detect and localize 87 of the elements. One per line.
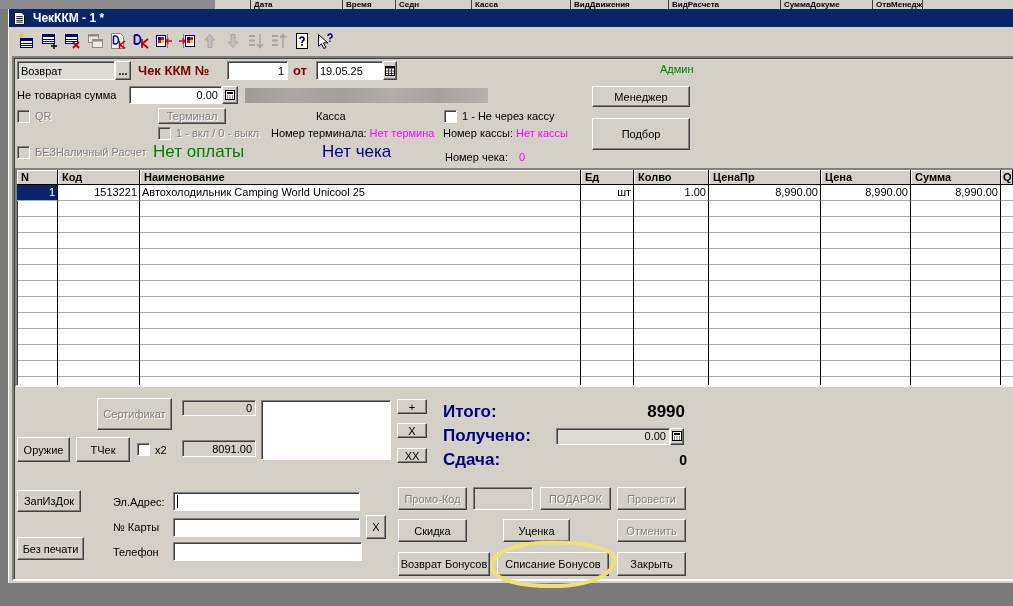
- total-label: Итого:: [443, 402, 498, 422]
- box-arrow-right-icon[interactable]: [178, 33, 195, 49]
- monogram-icon[interactable]: [132, 33, 149, 49]
- receipt-title: Чек ККМ №: [138, 63, 211, 78]
- table-cell: 1: [17, 185, 58, 201]
- checkbox-label: x2: [155, 443, 167, 456]
- field-label: № Карты: [112, 521, 161, 533]
- non-goods-sum-label: Не товарная сумма: [17, 89, 118, 101]
- box-arrow-left-icon[interactable]: [155, 33, 172, 49]
- selection-button[interactable]: Подбор: [592, 118, 690, 150]
- calculator-icon: [672, 431, 682, 441]
- non-goods-sum-field[interactable]: 0.00: [129, 86, 222, 104]
- table-plus-icon[interactable]: [40, 33, 57, 49]
- action-button[interactable]: Уценка: [503, 519, 570, 542]
- help-icon[interactable]: [293, 33, 310, 49]
- column-header[interactable]: ЦенаПр: [709, 170, 821, 185]
- checkbox[interactable]: [444, 109, 457, 123]
- checkbox-label: QR: [35, 110, 52, 122]
- receipt-number-value: 0: [519, 151, 526, 163]
- user-name: Админ: [660, 63, 695, 76]
- received-field[interactable]: 0.00: [556, 427, 670, 445]
- calendar-icon: [385, 65, 395, 76]
- table-cell: 8,990.00: [821, 185, 911, 201]
- action-button[interactable]: Скидка: [398, 519, 467, 542]
- payment-status: Нет оплаты: [153, 142, 245, 162]
- checkbox[interactable]: [137, 443, 150, 456]
- calculator-button[interactable]: [670, 427, 684, 445]
- kassa-number-label: Номер кассы:: [443, 127, 514, 139]
- memo-field[interactable]: [261, 400, 391, 460]
- weapon-button[interactable]: Оружие: [17, 437, 70, 462]
- action-button[interactable]: Без печати: [17, 537, 84, 560]
- choose-button[interactable]: ...: [115, 61, 131, 80]
- field-label: Эл.Адрес:: [112, 495, 166, 508]
- calculator-button[interactable]: [222, 86, 238, 104]
- column-header[interactable]: Наименование: [140, 170, 581, 185]
- receipt-number-label: Номер чека:: [445, 151, 509, 163]
- table-cell: 1513221: [58, 185, 140, 201]
- action-button[interactable]: Возврат Бонусов: [398, 552, 490, 576]
- date-label: от: [293, 63, 308, 78]
- kassa-number-value: Нет кассы: [516, 127, 568, 139]
- total-value: 0: [678, 452, 687, 468]
- input-field[interactable]: [173, 492, 360, 511]
- clear-button[interactable]: X: [366, 515, 386, 539]
- column-header[interactable]: N: [17, 170, 58, 185]
- date-field[interactable]: 19.05.25: [316, 61, 383, 80]
- checkbox-label: 1 - Не через кассу: [462, 110, 555, 122]
- action-button[interactable]: ЗапИзДок: [17, 490, 81, 512]
- receipt-status: Нет чека: [322, 142, 392, 162]
- table-cell: 8,990.00: [911, 185, 1001, 201]
- column-header[interactable]: Сумма: [911, 170, 1001, 185]
- column-header[interactable]: Цена: [821, 170, 911, 185]
- column-header[interactable]: Q: [1001, 170, 1013, 185]
- table-sparkle-icon[interactable]: [17, 33, 34, 49]
- table-cell: 1.00: [634, 185, 709, 201]
- table-cell: 8,990.00: [709, 185, 821, 201]
- column-header[interactable]: Ед: [581, 170, 634, 185]
- table-cell: шт: [581, 185, 634, 201]
- terminal-number-value: Нет термина: [369, 127, 435, 139]
- calculator-icon: [225, 90, 235, 100]
- manager-button[interactable]: Менеджер: [592, 86, 690, 107]
- total-label: Получено:: [443, 426, 532, 446]
- input-field[interactable]: [173, 542, 362, 561]
- checkbox-label: БЕЗНаличный Расчет: [35, 146, 147, 158]
- calendar-button[interactable]: [383, 61, 397, 80]
- side-button[interactable]: XX: [397, 448, 427, 463]
- field-label: Телефон: [112, 545, 160, 558]
- table-cell: Автохолодильник Camping World Unicool 25: [140, 185, 581, 201]
- column-header[interactable]: Колво: [634, 170, 709, 185]
- action-button[interactable]: Списание Бонусов: [497, 552, 609, 576]
- tcheck-button[interactable]: ТЧек: [76, 437, 130, 462]
- document-monogram-icon[interactable]: [109, 33, 126, 49]
- action-button[interactable]: Закрыть: [617, 552, 686, 576]
- checkbox-label: 1 - вкл / 0 - выкл: [176, 127, 260, 139]
- operation-field[interactable]: Возврат: [17, 61, 115, 80]
- terminal-number-label: Номер терминала:: [271, 127, 367, 139]
- side-button[interactable]: +: [397, 399, 427, 414]
- side-button[interactable]: X: [397, 423, 427, 438]
- total-label: Сдача:: [443, 450, 502, 470]
- kassa-label: Касса: [316, 110, 346, 122]
- window-title: ЧекККМ - 1 *: [33, 11, 105, 25]
- total-value: 8990: [646, 402, 685, 422]
- column-header[interactable]: Код: [58, 170, 140, 185]
- pointer-help-icon[interactable]: [316, 33, 333, 49]
- table-cross-icon[interactable]: [63, 33, 80, 49]
- input-field[interactable]: [173, 517, 360, 537]
- receipt-number-field[interactable]: 1: [227, 61, 288, 80]
- document-icon: [14, 11, 25, 25]
